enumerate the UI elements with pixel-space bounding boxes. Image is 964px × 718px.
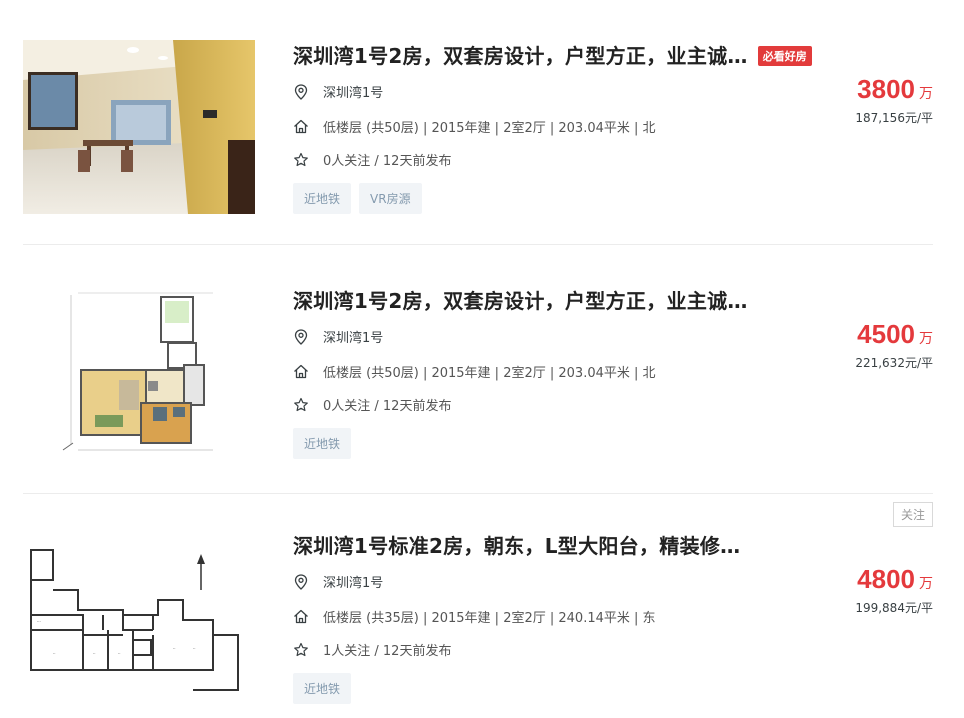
house-info-row: 低楼层 (共50层) | 2015年建 | 2室2厅 | 203.04平米 | … [293,362,656,381]
follow-info-row: 0人关注 / 12天前发布 [293,395,451,414]
living-room-photo [23,40,255,214]
floor-plan-color [23,285,255,459]
follow-button[interactable]: 关注 [892,502,933,527]
star-icon [293,152,309,168]
listing-info: 深圳湾1号2房，双套房设计，户型方正，业主诚… 深圳湾1号 低楼层 (共50层)… [293,250,933,493]
svg-text:···: ··· [37,619,41,624]
unit-price: 187,156元/平 [855,111,933,125]
follow-info-text: 1人关注 / 12天前发布 [323,644,452,659]
follow-info-text: 0人关注 / 12天前发布 [323,399,452,414]
house-icon [293,609,309,625]
tag-near-subway: 近地铁 [293,673,352,704]
total-price-unit: 万 [919,86,933,102]
location-pin-icon [293,573,309,590]
price-block: 4800 万 199,884元/平 [855,564,933,616]
community-row: 深圳湾1号 [293,327,383,346]
listing-title[interactable]: 深圳湾1号2房，双套房设计，户型方正，业主诚… [293,285,748,314]
listing-title[interactable]: 深圳湾1号2房，双套房设计，户型方正，业主诚… 必看好房 [293,40,812,69]
follow-info-text: 0人关注 / 12天前发布 [323,154,452,169]
listing-title-text[interactable]: 深圳湾1号标准2房，朝东，L型大阳台，精装修… [293,534,740,558]
listing-photo[interactable]: ··· ·· ·· ·· ·· ·· [23,520,255,694]
tag-list: 近地铁 [293,428,352,459]
community-link[interactable]: 深圳湾1号 [323,82,383,101]
follow-info-row: 0人关注 / 12天前发布 [293,150,451,169]
house-info-text: 低楼层 (共50层) | 2015年建 | 2室2厅 | 203.04平米 | … [323,366,656,381]
star-icon [293,642,309,658]
community-row: 深圳湾1号 [293,82,383,101]
floor-plan-line: ····· ·· ···· ·· [23,520,255,694]
total-price: 4800 [857,564,915,594]
total-price-unit: 万 [919,576,933,592]
price-block: 3800 万 187,156元/平 [855,74,933,126]
svg-text:··: ·· [53,651,56,656]
listing-title-text[interactable]: 深圳湾1号2房，双套房设计，户型方正，业主诚… [293,44,748,68]
listing-info: 深圳湾1号2房，双套房设计，户型方正，业主诚… 必看好房 深圳湾1号 低楼层 (共… [293,0,933,244]
location-pin-icon [293,83,309,100]
unit-price: 199,884元/平 [855,601,933,615]
community-row: 深圳湾1号 [293,572,383,591]
listing-item[interactable]: 深圳湾1号2房，双套房设计，户型方正，业主诚… 必看好房 深圳湾1号 低楼层 (共… [23,0,933,245]
house-icon [293,119,309,135]
community-link[interactable]: 深圳湾1号 [323,572,383,591]
listing-title[interactable]: 深圳湾1号标准2房，朝东，L型大阳台，精装修… [293,530,740,559]
tag-near-subway: 近地铁 [293,428,352,459]
location-pin-icon [293,328,309,345]
listing-title-text[interactable]: 深圳湾1号2房，双套房设计，户型方正，业主诚… [293,289,748,313]
house-info-text: 低楼层 (共50层) | 2015年建 | 2室2厅 | 203.04平米 | … [323,121,656,136]
listing-photo[interactable] [23,285,255,459]
tag-list: 近地铁 VR房源 [293,183,422,214]
unit-price: 221,632元/平 [855,356,933,370]
total-price: 3800 [857,74,915,104]
svg-text:··: ·· [173,646,176,651]
listing-item[interactable]: 深圳湾1号2房，双套房设计，户型方正，业主诚… 深圳湾1号 低楼层 (共50层)… [23,250,933,494]
star-icon [293,397,309,413]
listing-info: 关注 深圳湾1号标准2房，朝东，L型大阳台，精装修… 深圳湾1号 低楼层 (共3… [293,495,933,718]
listing-photo[interactable] [23,40,255,214]
listing-list: 深圳湾1号2房，双套房设计，户型方正，业主诚… 必看好房 深圳湾1号 低楼层 (共… [0,0,964,718]
house-info-row: 低楼层 (共50层) | 2015年建 | 2室2厅 | 203.04平米 | … [293,117,656,136]
house-icon [293,364,309,380]
follow-info-row: 1人关注 / 12天前发布 [293,640,451,659]
listing-item[interactable]: ··· ·· ·· ·· ·· ·· 关注 深圳湾1号标准2房，朝东，L型大阳台，精装修… [23,495,933,718]
svg-text:··: ·· [118,651,121,656]
tag-near-subway: 近地铁 [293,183,352,214]
tag-list: 近地铁 [293,673,352,704]
community-link[interactable]: 深圳湾1号 [323,327,383,346]
svg-text:··: ·· [193,646,196,651]
house-info-text: 低楼层 (共35层) | 2015年建 | 2室2厅 | 240.14平米 | … [323,611,656,626]
house-info-row: 低楼层 (共35层) | 2015年建 | 2室2厅 | 240.14平米 | … [293,607,656,626]
tag-vr: VR房源 [359,183,422,214]
svg-text:··: ·· [93,651,96,656]
price-block: 4500 万 221,632元/平 [855,319,933,371]
total-price: 4500 [857,319,915,349]
must-see-badge: 必看好房 [757,46,812,66]
total-price-unit: 万 [919,331,933,347]
